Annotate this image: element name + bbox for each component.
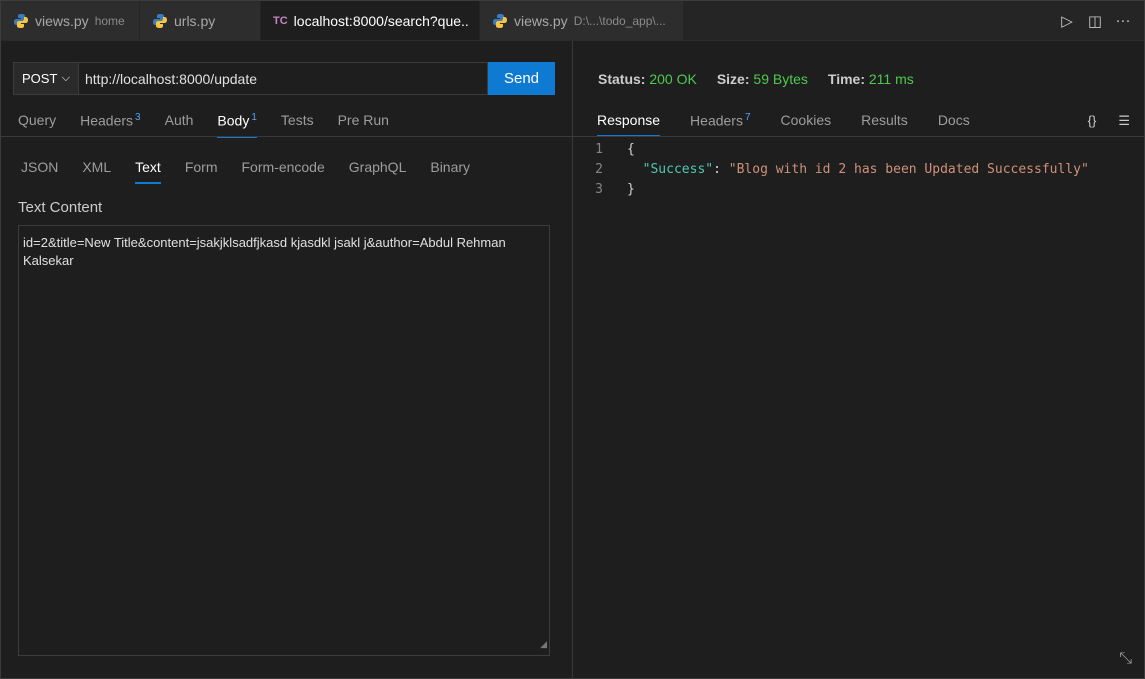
split-editor-icon[interactable]: ◫	[1086, 12, 1104, 30]
line-number: 3	[595, 181, 603, 197]
code-line: 2 "Success": "Blog with id 2 has been Up…	[573, 159, 1144, 179]
response-status-bar: Status: 200 OK Size: 59 Bytes Time: 211 …	[598, 71, 914, 87]
tab-docs[interactable]: Docs	[938, 112, 970, 135]
status: Status: 200 OK	[598, 71, 697, 87]
tab-views-py-home[interactable]: views.py home	[1, 1, 140, 40]
text-content-value: id=2&title=New Title&content=jsakjklsadf…	[23, 235, 506, 268]
tab-description: D:\...\todo_app\...	[573, 13, 666, 28]
tab-thunder-client-request[interactable]: TC localhost:8000/search?que.. ✕	[261, 1, 493, 40]
text-content-input[interactable]: id=2&title=New Title&content=jsakjklsadf…	[18, 225, 550, 656]
editor-tab-bar: views.py home urls.py TC localhost:8000/…	[1, 1, 1144, 41]
resize-handle-icon[interactable]: ◢	[540, 635, 547, 653]
editor-actions: ▷ ◫ ···	[1046, 1, 1144, 40]
format-json-icon[interactable]: {}	[1088, 113, 1097, 129]
response-tabs: Response Headers 7 Cookies Results Docs	[597, 112, 1000, 142]
body-tab-graphql[interactable]: GraphQL	[349, 159, 407, 182]
request-tabs: Query Headers 3 Auth Body 1 Tests Pre Run	[18, 112, 413, 142]
divider	[1, 136, 572, 137]
tab-cookies[interactable]: Cookies	[781, 112, 832, 135]
tab-response-headers[interactable]: Headers 7	[690, 112, 750, 136]
line-number: 2	[595, 161, 603, 177]
divider	[573, 136, 1144, 137]
tab-pre-run[interactable]: Pre Run	[338, 112, 389, 135]
chevron-down-icon: ⌵	[61, 72, 70, 84]
line-number: 1	[595, 141, 603, 157]
tab-query[interactable]: Query	[18, 112, 56, 135]
text-content-label: Text Content	[18, 199, 103, 216]
json-key: "Success"	[642, 161, 714, 177]
status-value: 200 OK	[649, 71, 697, 87]
url-bar: POST ⌵ http://localhost:8000/update Send	[13, 62, 555, 95]
python-icon	[493, 13, 507, 28]
code-text: }	[627, 181, 635, 197]
python-icon	[153, 13, 167, 28]
expand-icon[interactable]: ⤡	[1119, 650, 1132, 668]
tab-urls-py[interactable]: urls.py	[140, 1, 261, 40]
body-tab-form[interactable]: Form	[185, 159, 218, 182]
tab-body[interactable]: Body 1	[217, 112, 257, 138]
body-type-tabs: JSON XML Text Form Form-encode GraphQL B…	[21, 159, 494, 189]
tab-tests[interactable]: Tests	[281, 112, 314, 135]
run-icon[interactable]: ▷	[1058, 12, 1076, 30]
tab-description: home	[94, 13, 125, 28]
method-select[interactable]: POST ⌵	[13, 62, 79, 95]
body-count-badge: 1	[251, 112, 257, 123]
tab-auth[interactable]: Auth	[165, 112, 194, 135]
tab-headers[interactable]: Headers 3	[80, 112, 140, 136]
more-actions-icon[interactable]: ···	[1114, 12, 1132, 29]
size: Size: 59 Bytes	[716, 71, 808, 87]
time: Time: 211 ms	[827, 71, 914, 87]
python-icon	[14, 13, 28, 28]
response-panel: Status: 200 OK Size: 59 Bytes Time: 211 …	[573, 41, 1144, 678]
body-tab-json[interactable]: JSON	[21, 159, 58, 182]
tab-label: views.py	[514, 12, 568, 29]
code-line: 3 }	[573, 179, 1144, 199]
thunder-client-icon: TC	[273, 14, 288, 27]
response-headers-count-badge: 7	[744, 112, 751, 123]
tab-response[interactable]: Response	[597, 112, 661, 137]
json-string: "Blog with id 2 has been Updated Success…	[728, 161, 1089, 177]
url-input[interactable]: http://localhost:8000/update	[79, 62, 488, 95]
code-text: "Success": "Blog with id 2 has been Upda…	[642, 161, 1089, 177]
body-tab-text[interactable]: Text	[135, 159, 161, 184]
size-value: 59 Bytes	[753, 71, 808, 87]
headers-count-badge: 3	[135, 112, 141, 123]
response-toolbar: {} ☰	[1088, 113, 1130, 129]
menu-icon[interactable]: ☰	[1118, 113, 1130, 129]
tab-label: urls.py	[174, 12, 216, 29]
tab-label: localhost:8000/search?que..	[293, 12, 469, 29]
time-value: 211 ms	[868, 71, 914, 87]
tab-results[interactable]: Results	[861, 112, 908, 135]
body-tab-xml[interactable]: XML	[82, 159, 111, 182]
body-tab-binary[interactable]: Binary	[430, 159, 470, 182]
body-tab-form-encode[interactable]: Form-encode	[242, 159, 325, 182]
response-body: 1 { 2 "Success": "Blog with id 2 has bee…	[573, 139, 1144, 199]
tab-label: views.py	[35, 12, 89, 29]
code-text: {	[627, 141, 635, 157]
tab-views-py-todo[interactable]: views.py D:\...\todo_app\...	[480, 1, 684, 40]
method-value: POST	[22, 71, 58, 86]
request-panel: POST ⌵ http://localhost:8000/update Send…	[1, 41, 572, 678]
send-button[interactable]: Send	[488, 62, 555, 95]
code-line: 1 {	[573, 139, 1144, 159]
